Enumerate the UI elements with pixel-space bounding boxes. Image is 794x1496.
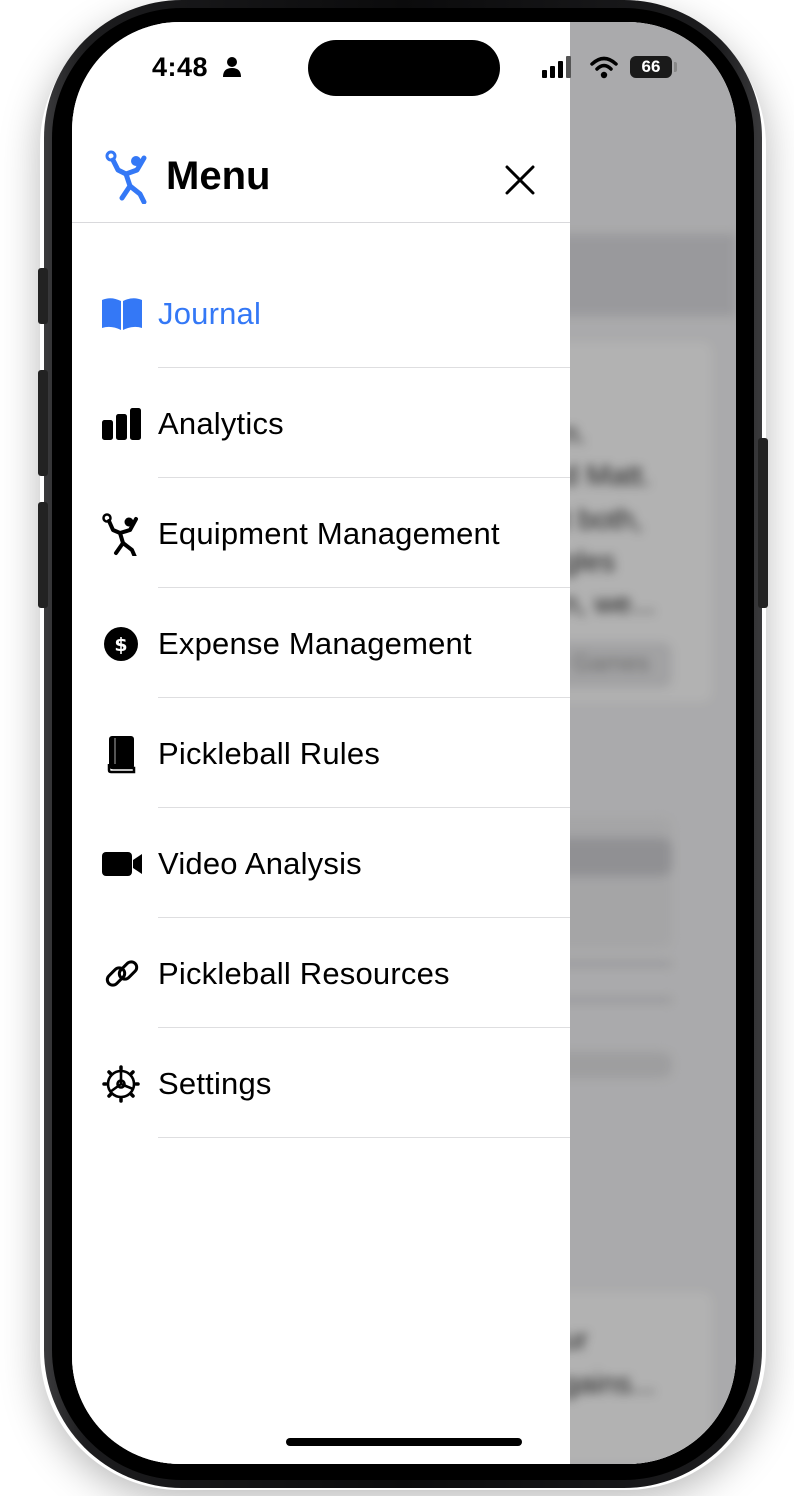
battery-tip (674, 62, 677, 72)
dynamic-island (308, 40, 500, 96)
divider (158, 1137, 570, 1138)
close-icon[interactable] (502, 162, 538, 198)
action-button (38, 268, 48, 324)
menu-item-label: Journal (158, 296, 262, 331)
menu-item-analytics[interactable]: Analytics (72, 368, 570, 478)
video-camera-icon (102, 852, 142, 876)
menu-item-label: Pickleball Rules (158, 736, 381, 771)
menu-header: Menu (72, 132, 570, 223)
bar-chart-icon (102, 408, 141, 440)
menu-item-journal[interactable]: Journal (72, 258, 570, 368)
menu-item-label: Equipment Management (158, 516, 500, 551)
menu-list: Journal Analytics Equipment Management $… (72, 258, 570, 1138)
menu-item-pickleball-resources[interactable]: Pickleball Resources (72, 918, 570, 1028)
phone-screen: n. d Matt. t both, gles n, we... Games u… (72, 22, 736, 1464)
wifi-icon (590, 56, 618, 71)
book-open-icon (102, 298, 142, 330)
dollar-circle-icon: $ (104, 627, 138, 661)
menu-item-video-analysis[interactable]: Video Analysis (72, 808, 570, 918)
pickleball-player-icon (105, 150, 147, 204)
home-indicator[interactable] (286, 1438, 522, 1446)
battery-icon: 66 (630, 56, 672, 78)
book-closed-icon (107, 736, 136, 774)
menu-item-settings[interactable]: Settings (72, 1028, 570, 1138)
pickleball-player-icon (102, 513, 138, 556)
volume-up-button (38, 370, 48, 476)
link-icon (105, 960, 139, 987)
status-time: 4:48 (152, 52, 209, 82)
menu-title: Menu (166, 154, 271, 198)
person-icon (223, 57, 241, 77)
side-menu-drawer: Menu Journal Analytics Equipment Managem… (72, 22, 570, 1464)
volume-down-button (38, 502, 48, 608)
menu-item-expense-management[interactable]: $ Expense Management (72, 588, 570, 698)
power-button (758, 438, 768, 608)
status-bar: 4:48 66 (72, 22, 736, 112)
gear-icon (102, 1065, 140, 1103)
menu-item-equipment-management[interactable]: Equipment Management (72, 478, 570, 588)
menu-item-label: Video Analysis (158, 846, 362, 881)
menu-item-label: Expense Management (158, 626, 472, 661)
menu-item-label: Settings (158, 1066, 272, 1101)
menu-item-pickleball-rules[interactable]: Pickleball Rules (72, 698, 570, 808)
menu-item-label: Pickleball Resources (158, 956, 450, 991)
menu-item-label: Analytics (158, 406, 284, 441)
svg-text:$: $ (114, 634, 127, 656)
